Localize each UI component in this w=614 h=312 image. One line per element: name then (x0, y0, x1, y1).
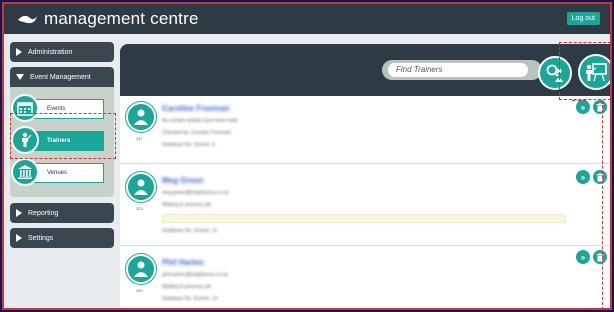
trainer-name[interactable]: Caroline Freeman (162, 104, 230, 113)
view-details-icon[interactable]: » (576, 100, 590, 114)
trainer-avatar-icon (126, 172, 156, 202)
delete-icon[interactable] (593, 100, 607, 114)
sidebar-item-event-management[interactable]: Event Management (10, 67, 114, 87)
annotation-box-trainers (10, 113, 116, 159)
building-icon (11, 158, 39, 186)
expand-arrow-icon (16, 209, 22, 217)
app-title: management centre (44, 9, 199, 28)
delete-icon[interactable] (593, 170, 607, 184)
trainer-detail: Waiting to process job (162, 202, 212, 208)
trainer-name[interactable]: Meg Green (162, 176, 203, 185)
annotation-box-add-trainer (559, 42, 610, 100)
highlight-field (162, 214, 566, 223)
trainer-id: 347 (136, 136, 143, 141)
trainer-row[interactable]: 347 Caroline Freeman No contact details … (120, 96, 610, 164)
trainer-avatar-icon (126, 102, 156, 132)
sidebar-item-label: Reporting (28, 209, 59, 217)
trainer-detail: phil.harlen@brightsmos.co.uk (162, 272, 228, 278)
trainer-avatar-icon (126, 254, 156, 284)
sidebar-item-label: Administration (28, 48, 73, 56)
app-frame: management centre Log out Administration… (2, 2, 612, 310)
trainer-detail: Waiting to process job (162, 284, 212, 290)
view-details-icon[interactable]: » (576, 170, 590, 184)
trainer-detail: Database No. Events: 6 (162, 142, 215, 148)
trainer-detail: Checked by: Caroline Freeman (162, 130, 232, 136)
trainer-detail: Database No. Events: 11 (162, 228, 218, 234)
trainer-id: 330 (136, 288, 143, 293)
trainer-id: 323 (136, 206, 143, 211)
logout-button[interactable]: Log out (566, 12, 600, 25)
sidebar-item-settings[interactable]: Settings (10, 228, 114, 248)
trainer-row[interactable]: 323 Meg Green meg.green@brightsmos.co.uk… (120, 164, 610, 246)
trainer-name[interactable]: Phil Harlen (162, 258, 204, 267)
search-bar[interactable]: Find Trainers (382, 60, 542, 80)
search-input[interactable]: Find Trainers (388, 63, 528, 77)
expand-arrow-icon (16, 48, 22, 56)
trainer-detail: meg.green@brightsmos.co.uk (162, 190, 229, 196)
trainer-detail: Database No. Events: 14 (162, 296, 218, 302)
sidebar-item-label: Settings (28, 234, 54, 242)
trainer-detail: No contact details have been held (162, 118, 238, 124)
main-panel-header: Find Trainers (120, 44, 610, 96)
logo[interactable]: management centre (16, 9, 199, 29)
trainer-row[interactable]: 330 Phil Harlen phil.harlen@brightsmos.c… (120, 246, 610, 308)
swoosh-logo-icon (18, 15, 37, 24)
view-details-icon[interactable]: » (576, 250, 590, 264)
trainers-main-panel: Find Trainers 347 Caroline Freeman No co… (120, 44, 610, 308)
sidebar-subitem-label: Venues (47, 170, 68, 176)
annotation-line-actions (602, 100, 603, 308)
sidebar-item-administration[interactable]: Administration (10, 42, 114, 62)
sidebar-item-label: Event Management (30, 73, 91, 81)
expand-arrow-icon (16, 234, 22, 242)
sidebar-item-reporting[interactable]: Reporting (10, 203, 114, 223)
sidebar-subitem-label: Events (47, 106, 66, 112)
top-bar: management centre Log out (4, 4, 610, 34)
collapse-arrow-icon (16, 74, 24, 80)
sidebar-subitem-venues[interactable]: Venues (11, 158, 104, 186)
delete-icon[interactable] (593, 250, 607, 264)
annotation-connector (572, 100, 586, 101)
